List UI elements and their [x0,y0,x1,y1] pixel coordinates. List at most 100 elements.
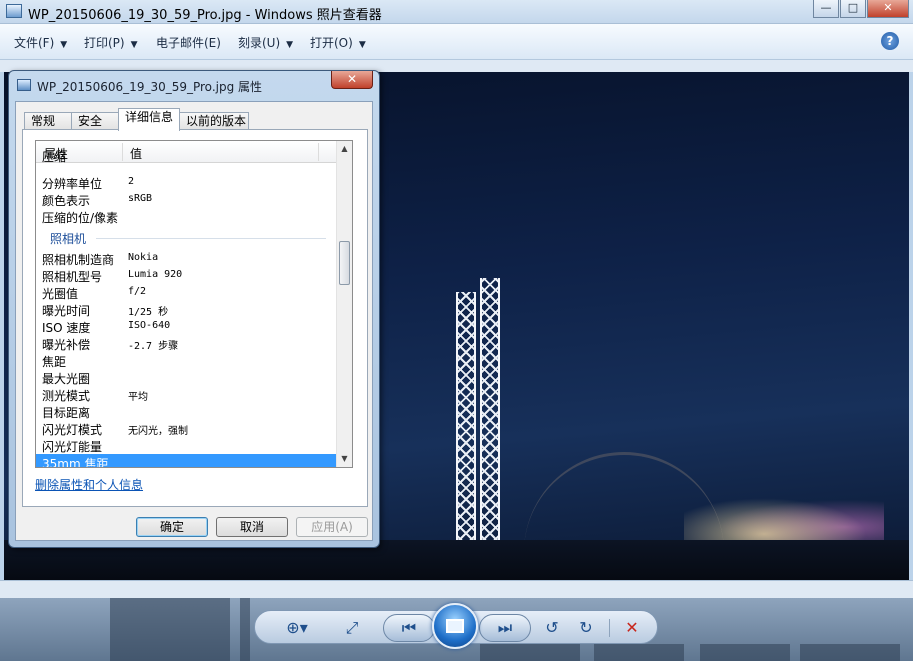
group-divider [96,238,326,239]
details-panel: 属性 值 压缩 分辨率单位 2 颜色表示 sRGB 压缩的位/像素 照相机 照相机制造商 Nok… [22,129,368,507]
property-name: 照相机制造商 [42,253,115,267]
property-name: 35mm 焦距 [42,457,109,468]
property-row[interactable]: 35mm 焦距 [36,454,338,468]
drop-tower-right [480,278,500,572]
chevron-down-icon: ▼ [130,40,138,50]
chevron-down-icon: ▼ [286,40,294,50]
property-value: 2 [128,176,135,187]
scroll-down-icon[interactable]: ▼ [337,451,352,467]
property-name: 照相机型号 [42,270,103,284]
close-button[interactable]: ✕ [867,0,909,18]
property-name: 压缩的位/像素 [42,211,119,225]
property-name: 焦距 [42,355,67,369]
dialog-close-button[interactable]: ✕ [331,71,373,89]
remove-properties-link[interactable]: 删除属性和个人信息 [35,476,143,493]
property-value: ISO-640 [128,320,171,331]
menu-burn[interactable]: 刻录(U) ▼ [238,34,293,51]
apply-button[interactable]: 应用(A) [296,517,368,537]
property-name: 最大光圈 [42,372,91,386]
menu-email[interactable]: 电子邮件(E) [156,34,221,51]
property-row[interactable]: 颜色表示 sRGB [36,191,338,208]
window-titlebar: WP_20150606_19_30_59_Pro.jpg - Windows 照… [0,0,913,24]
prev-button[interactable]: ⏮ [383,614,435,642]
property-name: 闪光灯模式 [42,423,103,437]
cancel-button[interactable]: 取消 [216,517,288,537]
property-row[interactable]: 照相机制造商 Nokia [36,250,338,267]
menu-print[interactable]: 打印(P) ▼ [84,34,138,51]
property-value: 平均 [128,392,148,403]
menu-bar: 文件(F) ▼ 打印(P) ▼ 电子邮件(E) 刻录(U) ▼ 打开(O) ▼ ? [0,24,913,60]
fit-window-icon[interactable]: ⤢ [339,617,365,639]
properties-dialog: WP_20150606_19_30_59_Pro.jpg 属性 ✕ 常规 安全 … [8,70,380,548]
photo-viewer-icon [6,4,22,18]
property-row[interactable]: 目标距离 [36,403,338,420]
list-scrollbar[interactable]: ▲ ▼ [336,141,352,467]
property-name: ISO 速度 [42,321,91,335]
property-name: 测光模式 [42,389,91,403]
property-rows: 压缩 分辨率单位 2 颜色表示 sRGB 压缩的位/像素 照相机 照相机制造商 Nokia 照相机… [36,150,338,468]
property-row[interactable]: 压缩 [36,150,338,174]
property-row[interactable]: 闪光灯能量 [36,437,338,454]
menu-open[interactable]: 打开(O) ▼ [310,34,366,51]
scroll-thumb[interactable] [339,241,350,285]
property-row[interactable]: 最大光圈 [36,369,338,386]
tab-general[interactable]: 常规 [24,112,72,130]
property-row[interactable]: 测光模式 平均 [36,386,338,403]
property-name: 照相机 [50,232,87,246]
maximize-button[interactable]: □ [840,0,866,18]
property-name: 闪光灯能量 [42,440,103,454]
property-name: 光圈值 [42,287,79,301]
next-icon: ⏭ [497,618,513,637]
property-value: 无闪光，强制 [128,426,188,437]
chevron-down-icon: ▼ [358,40,366,50]
property-row[interactable]: 闪光灯模式 无闪光，强制 [36,420,338,437]
property-row[interactable]: 光圈值 f/2 [36,284,338,301]
property-name: 曝光时间 [42,304,91,318]
window-title: WP_20150606_19_30_59_Pro.jpg - Windows 照… [28,8,382,23]
delete-icon[interactable]: ✕ [619,617,645,639]
property-name: 分辨率单位 [42,177,103,191]
property-row[interactable]: 曝光时间 1/25 秒 [36,301,338,318]
property-name: 曝光补偿 [42,338,91,352]
property-row[interactable]: 照相机型号 Lumia 920 [36,267,338,284]
rotate-left-icon[interactable]: ↺ [539,617,565,639]
tab-details[interactable]: 详细信息 [118,108,180,131]
menu-file[interactable]: 文件(F) ▼ [14,34,67,51]
slideshow-icon [446,619,464,633]
control-divider [609,619,610,637]
window-controls: — □ ✕ [812,0,909,18]
property-value: sRGB [128,193,153,204]
tab-previous-versions[interactable]: 以前的版本 [179,112,249,130]
property-group-header[interactable]: 照相机 [36,229,338,246]
property-list[interactable]: 属性 值 压缩 分辨率单位 2 颜色表示 sRGB 压缩的位/像素 照相机 照相机制造商 Nok… [35,140,353,468]
property-name: 目标距离 [42,406,91,420]
help-icon[interactable]: ? [881,32,899,50]
property-name: 压缩 [42,150,67,164]
property-value: f/2 [128,286,147,297]
chevron-down-icon: ▼ [60,40,68,50]
property-row[interactable]: 焦距 [36,352,338,369]
property-value: 1/25 秒 [128,307,169,318]
ok-button[interactable]: 确定 [136,517,208,537]
property-name: 颜色表示 [42,194,91,208]
drop-tower-left [456,292,476,572]
property-row[interactable]: ISO 速度 ISO-640 [36,318,338,335]
scroll-up-icon[interactable]: ▲ [337,141,352,157]
next-button[interactable]: ⏭ [479,614,531,642]
property-row[interactable]: 分辨率单位 2 [36,174,338,191]
zoom-icon[interactable]: ⊕▾ [279,617,315,639]
property-value: Nokia [128,252,159,263]
previous-icon: ⏮ [401,618,417,637]
property-row[interactable]: 压缩的位/像素 [36,208,338,225]
property-row[interactable]: 曝光补偿 -2.7 步骤 [36,335,338,352]
property-value: -2.7 步骤 [128,341,179,352]
image-file-icon [17,79,31,91]
minimize-button[interactable]: — [813,0,839,18]
rotate-right-icon[interactable]: ↻ [573,617,599,639]
dialog-body: 常规 安全 详细信息 以前的版本 属性 值 压缩 分辨率单位 2 颜色表示 sRGB 压缩… [15,101,373,541]
property-value: Lumia 920 [128,269,183,280]
status-strip [0,580,913,598]
slideshow-button[interactable] [432,603,478,649]
tab-security[interactable]: 安全 [71,112,119,130]
dialog-title: WP_20150606_19_30_59_Pro.jpg 属性 [37,80,263,94]
